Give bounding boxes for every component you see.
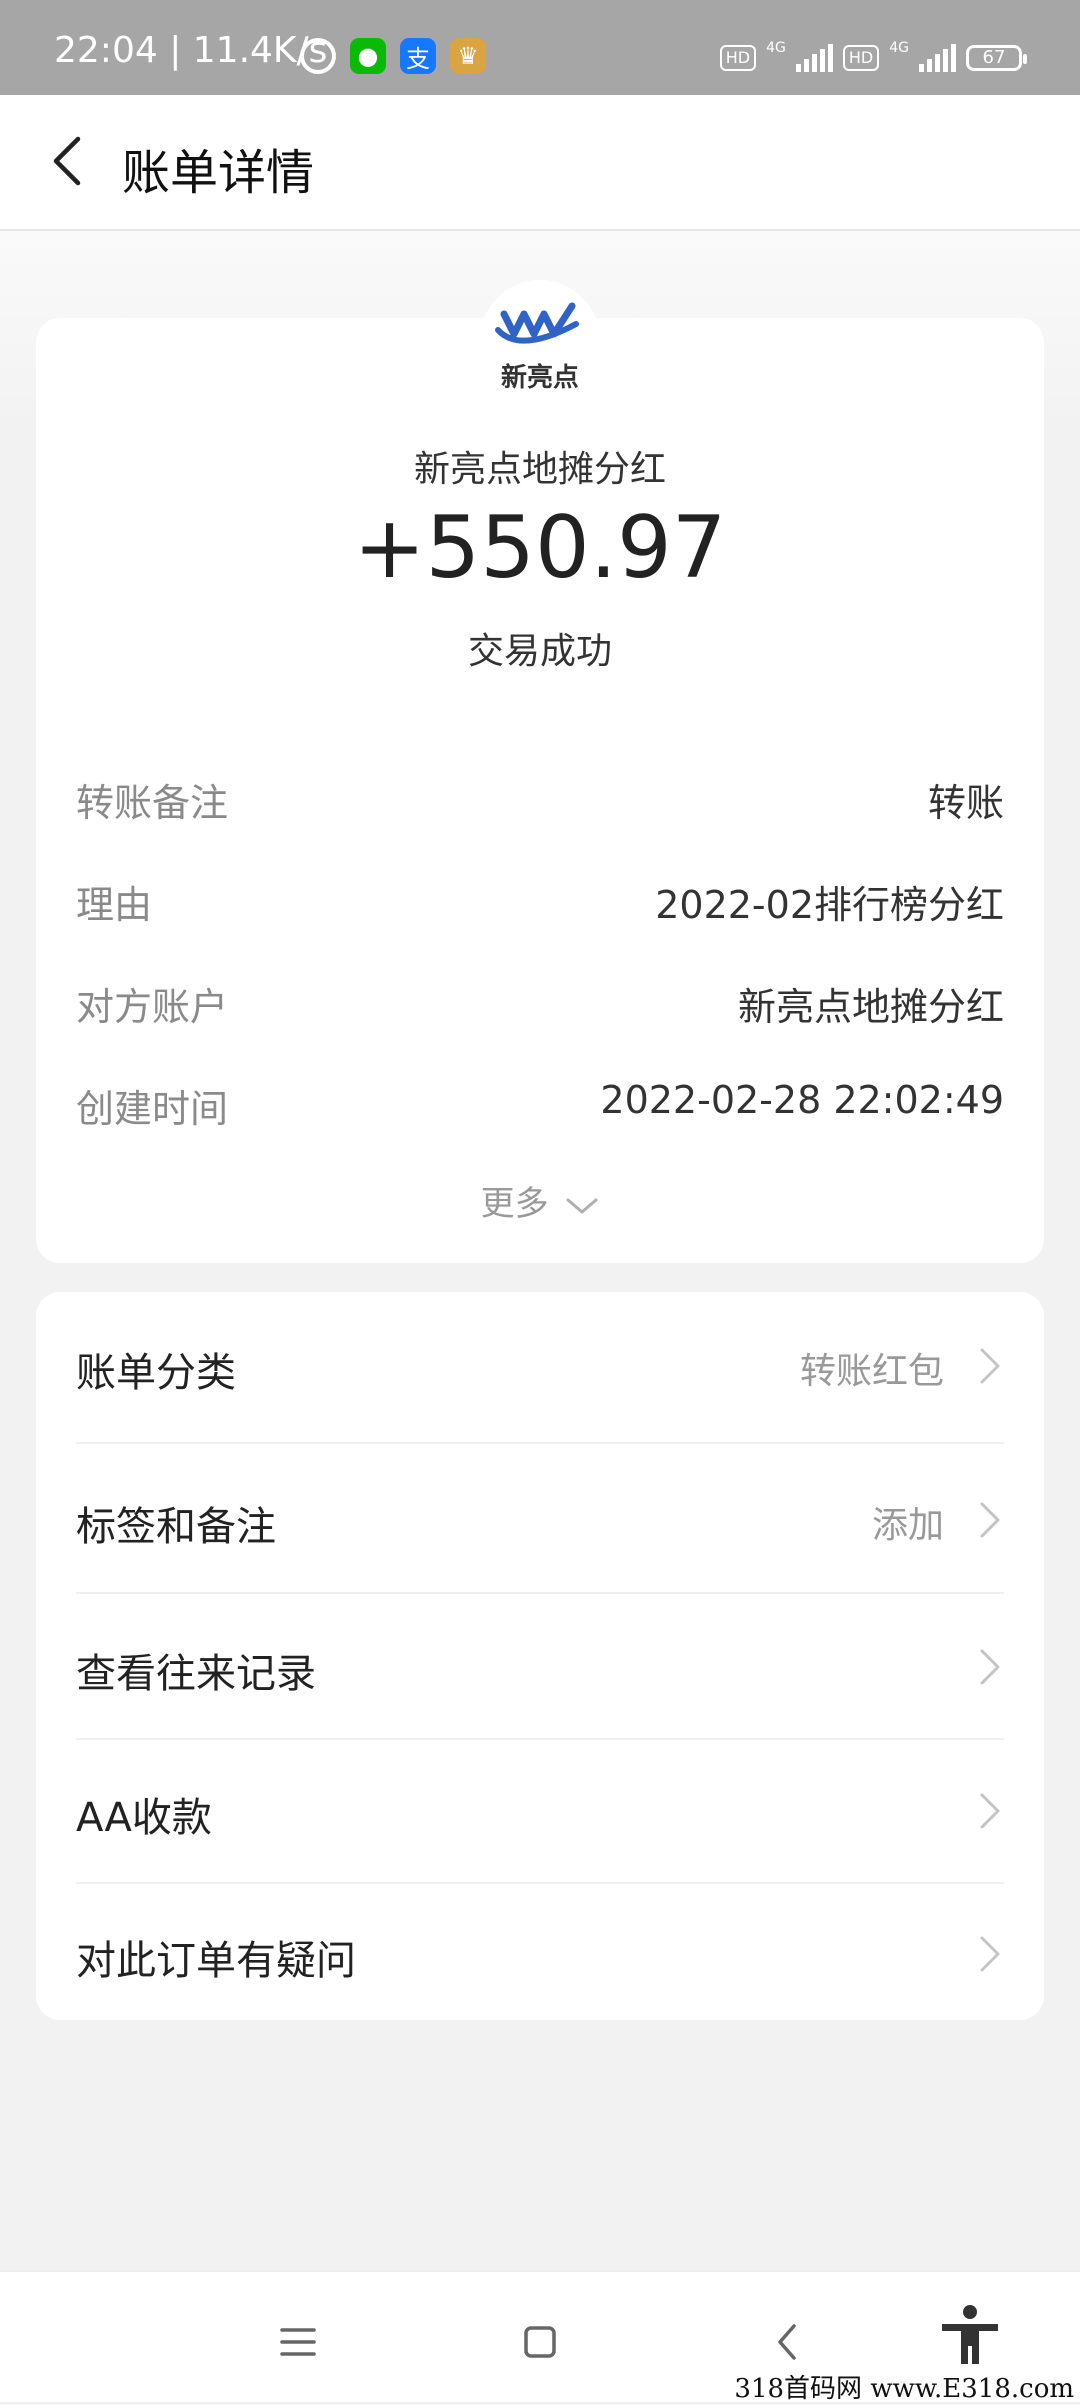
status-time: 22:04 | 11.4K/s — [54, 30, 328, 71]
battery-icon: 67 — [966, 45, 1027, 71]
network-type: 4G — [766, 40, 786, 56]
detail-value: 转账 — [927, 781, 1004, 825]
app-header: 账单详情 — [0, 95, 1080, 231]
hd-badge: HD — [842, 45, 880, 71]
chevron-right-icon — [980, 1936, 1000, 1972]
detail-row-counterparty: 对方账户 新亮点地摊分红 — [76, 976, 1004, 1036]
menu-label: 对此订单有疑问 — [76, 1938, 356, 1984]
transaction-status: 交易成功 — [467, 631, 612, 672]
game-app-icon: ♛ — [450, 38, 486, 74]
detail-row-created-time: 创建时间 2022-02-28 22:02:49 — [76, 1078, 1004, 1138]
detail-value: 2022-02排行榜分红 — [655, 883, 1004, 927]
logo-text: 新亮点 — [501, 362, 579, 393]
network-type: 4G — [889, 40, 909, 56]
detail-label: 转账备注 — [76, 781, 229, 825]
status-indicators: HD 4G HD 4G 67 — [719, 40, 1027, 72]
signal-icon — [795, 44, 833, 72]
divider — [76, 1592, 1004, 1594]
detail-label: 对方账户 — [76, 985, 229, 1029]
chevron-left-icon[interactable] — [40, 131, 100, 191]
detail-label: 理由 — [76, 883, 153, 927]
detail-label: 创建时间 — [76, 1087, 229, 1131]
merchant-logo: 新亮点 — [480, 280, 600, 400]
chevron-down-icon — [566, 1198, 598, 1213]
detail-value: 2022-02-28 22:02:49 — [600, 1078, 1004, 1122]
accessibility-icon[interactable] — [936, 2302, 1004, 2370]
divider — [76, 1442, 1004, 1444]
detail-row-remark: 转账备注 转账 — [76, 772, 1004, 832]
chevron-right-icon — [980, 1649, 1000, 1685]
chevron-right-icon — [980, 1502, 1000, 1538]
hd-badge: HD — [719, 45, 757, 71]
signal-icon — [919, 44, 956, 72]
menu-label: 查看往来记录 — [76, 1651, 316, 1697]
back-icon[interactable] — [758, 2312, 818, 2372]
menu-label: AA收款 — [76, 1795, 212, 1841]
menu-label: 账单分类 — [76, 1350, 236, 1396]
status-bar: 22:04 | 11.4K/s ● 支 ♛ HD 4G HD 4G 67 — [0, 0, 1080, 95]
alipay-icon: 支 — [400, 38, 436, 74]
merchant-logo-icon: 新亮点 — [495, 302, 579, 393]
watermark-text: 318首码网 www.E318.com — [734, 2374, 1074, 2404]
transaction-amount: +550.97 — [353, 498, 727, 598]
menu-label: 标签和备注 — [76, 1504, 276, 1550]
page-title: 账单详情 — [122, 145, 315, 201]
divider — [76, 1738, 1004, 1740]
notification-icons: ● 支 ♛ — [300, 38, 486, 74]
merchant-name: 新亮点地摊分红 — [413, 449, 666, 490]
chevron-right-icon — [980, 1793, 1000, 1829]
alarm-icon — [300, 38, 336, 74]
menu-value: 转账红包 — [799, 1351, 944, 1392]
detail-value: 新亮点地摊分红 — [737, 985, 1004, 1029]
menu-value: 添加 — [871, 1505, 944, 1546]
home-square-icon[interactable] — [510, 2312, 570, 2372]
divider — [76, 1882, 1004, 1884]
more-button[interactable]: 更多 — [0, 1176, 1080, 1225]
detail-row-reason: 理由 2022-02排行榜分红 — [76, 874, 1004, 934]
menu-icon[interactable] — [268, 2312, 328, 2372]
chevron-right-icon — [980, 1348, 1000, 1384]
more-label: 更多 — [480, 1184, 549, 1224]
wechat-icon: ● — [350, 38, 386, 74]
